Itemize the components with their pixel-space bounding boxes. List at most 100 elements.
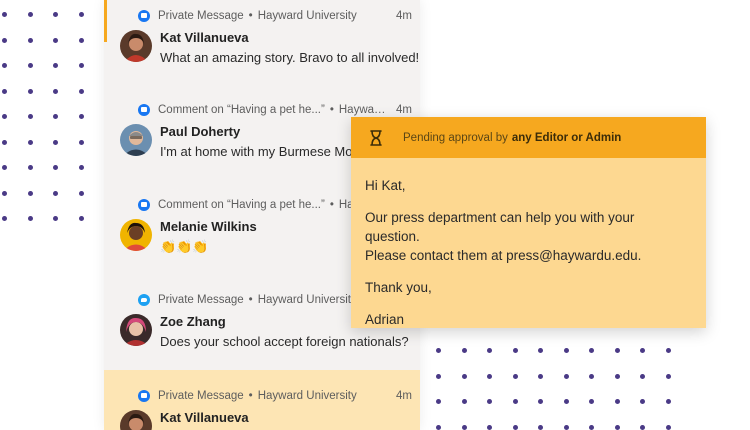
decorative-dot: [78, 165, 84, 170]
decorative-dot: [640, 373, 645, 379]
meta-separator: •: [248, 390, 253, 402]
decorative-dot: [614, 348, 620, 353]
decorative-dot: [27, 63, 33, 68]
decorative-dot: [487, 399, 492, 404]
reply-paragraph: Our press department can help you with y…: [365, 208, 690, 265]
feed-item-type: Private Message: [158, 10, 244, 22]
decorative-dot: [589, 399, 594, 404]
decorative-dot: [436, 399, 441, 404]
decorative-dot: [461, 424, 467, 430]
decorative-dot: [2, 165, 7, 170]
decorative-dot: [53, 37, 58, 43]
avatar[interactable]: [120, 410, 152, 430]
decorative-dot: [53, 139, 58, 145]
feed-item[interactable]: Private Message • Hayward University 4m …: [104, 0, 420, 86]
decorative-dot: [2, 88, 7, 94]
reply-line: Our press department can help you with y…: [365, 210, 635, 244]
feed-item-type: Private Message: [158, 294, 244, 306]
messenger-icon: [138, 10, 150, 22]
decorative-dot: [78, 190, 84, 196]
message-preview: 👏👏👏: [160, 239, 209, 254]
decorative-dot: [27, 88, 33, 94]
reply-greeting: Hi Kat,: [365, 178, 406, 193]
decorative-dot: [78, 216, 84, 221]
decorative-dot: [2, 190, 7, 196]
decorative-dot: [538, 424, 543, 430]
decorative-dot: [78, 63, 84, 68]
decorative-dot: [2, 63, 7, 68]
feed-item-org: Hayward University: [257, 390, 357, 402]
decorative-dot: [487, 348, 492, 353]
decorative-dot: [538, 348, 543, 353]
feed-item-selected[interactable]: Private Message • Hayward University 4m …: [104, 370, 420, 430]
feed-item-time: 4m: [396, 390, 412, 402]
decorative-dot: [27, 190, 33, 196]
decorative-dot: [27, 37, 33, 43]
sender-name: Kat Villanueva: [160, 410, 249, 425]
decorative-dot: [78, 139, 84, 145]
decorative-dot: [614, 373, 620, 379]
decorative-dot: [53, 12, 58, 17]
feed-item-org: Hayward University: [257, 10, 357, 22]
decorative-dot: [640, 399, 645, 404]
decorative-dot: [2, 216, 7, 221]
decorative-dot: [53, 190, 58, 196]
decorative-dot: [665, 424, 671, 430]
feed-item-type: Private Message: [158, 390, 244, 402]
decorative-dot: [538, 399, 543, 404]
reply-draft-body: Hi Kat, Our press department can help yo…: [351, 158, 706, 329]
decorative-dot: [2, 114, 7, 119]
decorative-dot: [27, 139, 33, 145]
reply-line: Please contact them at press@haywardu.ed…: [365, 248, 642, 263]
decorative-dot: [27, 12, 33, 17]
decorative-dot: [563, 348, 569, 353]
feed-item-type: Comment on “Having a pet he...”: [158, 199, 325, 211]
twitter-icon: [138, 294, 150, 306]
reply-closing: Thank you,: [365, 280, 432, 295]
decorative-dot: [53, 165, 58, 170]
reply-signature: Adrian: [365, 312, 405, 327]
decorative-dot: [487, 373, 492, 379]
decorative-dot: [614, 399, 620, 404]
decorative-dot: [563, 424, 569, 430]
decorative-dot: [78, 12, 84, 17]
avatar[interactable]: [120, 314, 152, 346]
decorative-dot: [53, 114, 58, 119]
messenger-icon: [138, 390, 150, 402]
feed-item-type: Comment on “Having a pet he...”: [158, 104, 325, 116]
decorative-dot: [436, 424, 441, 430]
decorative-dot: [512, 399, 518, 404]
avatar[interactable]: [120, 30, 152, 62]
avatar[interactable]: [120, 219, 152, 251]
feed-item-org: Hayward Un...: [338, 104, 388, 116]
feed-item-time: 4m: [396, 10, 412, 22]
decorative-dot: [538, 373, 543, 379]
decorative-dot: [589, 348, 594, 353]
meta-separator: •: [248, 294, 253, 306]
decorative-dot: [461, 399, 467, 404]
decorative-dot: [2, 37, 7, 43]
pending-reply-card[interactable]: Pending approval by any Editor or Admin …: [351, 117, 706, 328]
sender-name: Zoe Zhang: [160, 314, 226, 329]
decorative-dot: [512, 348, 518, 353]
approval-status-prefix: Pending approval by: [403, 131, 508, 144]
decorative-dot: [78, 88, 84, 94]
decorative-dot: [665, 399, 671, 404]
decorative-dot: [487, 424, 492, 430]
decorative-dot: [53, 63, 58, 68]
decorative-dot: [512, 373, 518, 379]
decorative-dot: [53, 216, 58, 221]
decorative-dot: [78, 114, 84, 119]
decorative-dot: [614, 424, 620, 430]
meta-separator: •: [248, 10, 253, 22]
hourglass-icon: [367, 129, 385, 147]
decorative-dot: [436, 348, 441, 353]
feed-item-meta: Comment on “Having a pet he...” • Haywar…: [138, 102, 414, 118]
sender-name: Melanie Wilkins: [160, 219, 257, 234]
decorative-dot: [563, 399, 569, 404]
sender-name: Paul Doherty: [160, 124, 241, 139]
message-preview: I'm at home with my Burmese Moun: [160, 144, 367, 159]
decorative-dot: [640, 424, 645, 430]
avatar[interactable]: [120, 124, 152, 156]
decorative-dot: [665, 373, 671, 379]
